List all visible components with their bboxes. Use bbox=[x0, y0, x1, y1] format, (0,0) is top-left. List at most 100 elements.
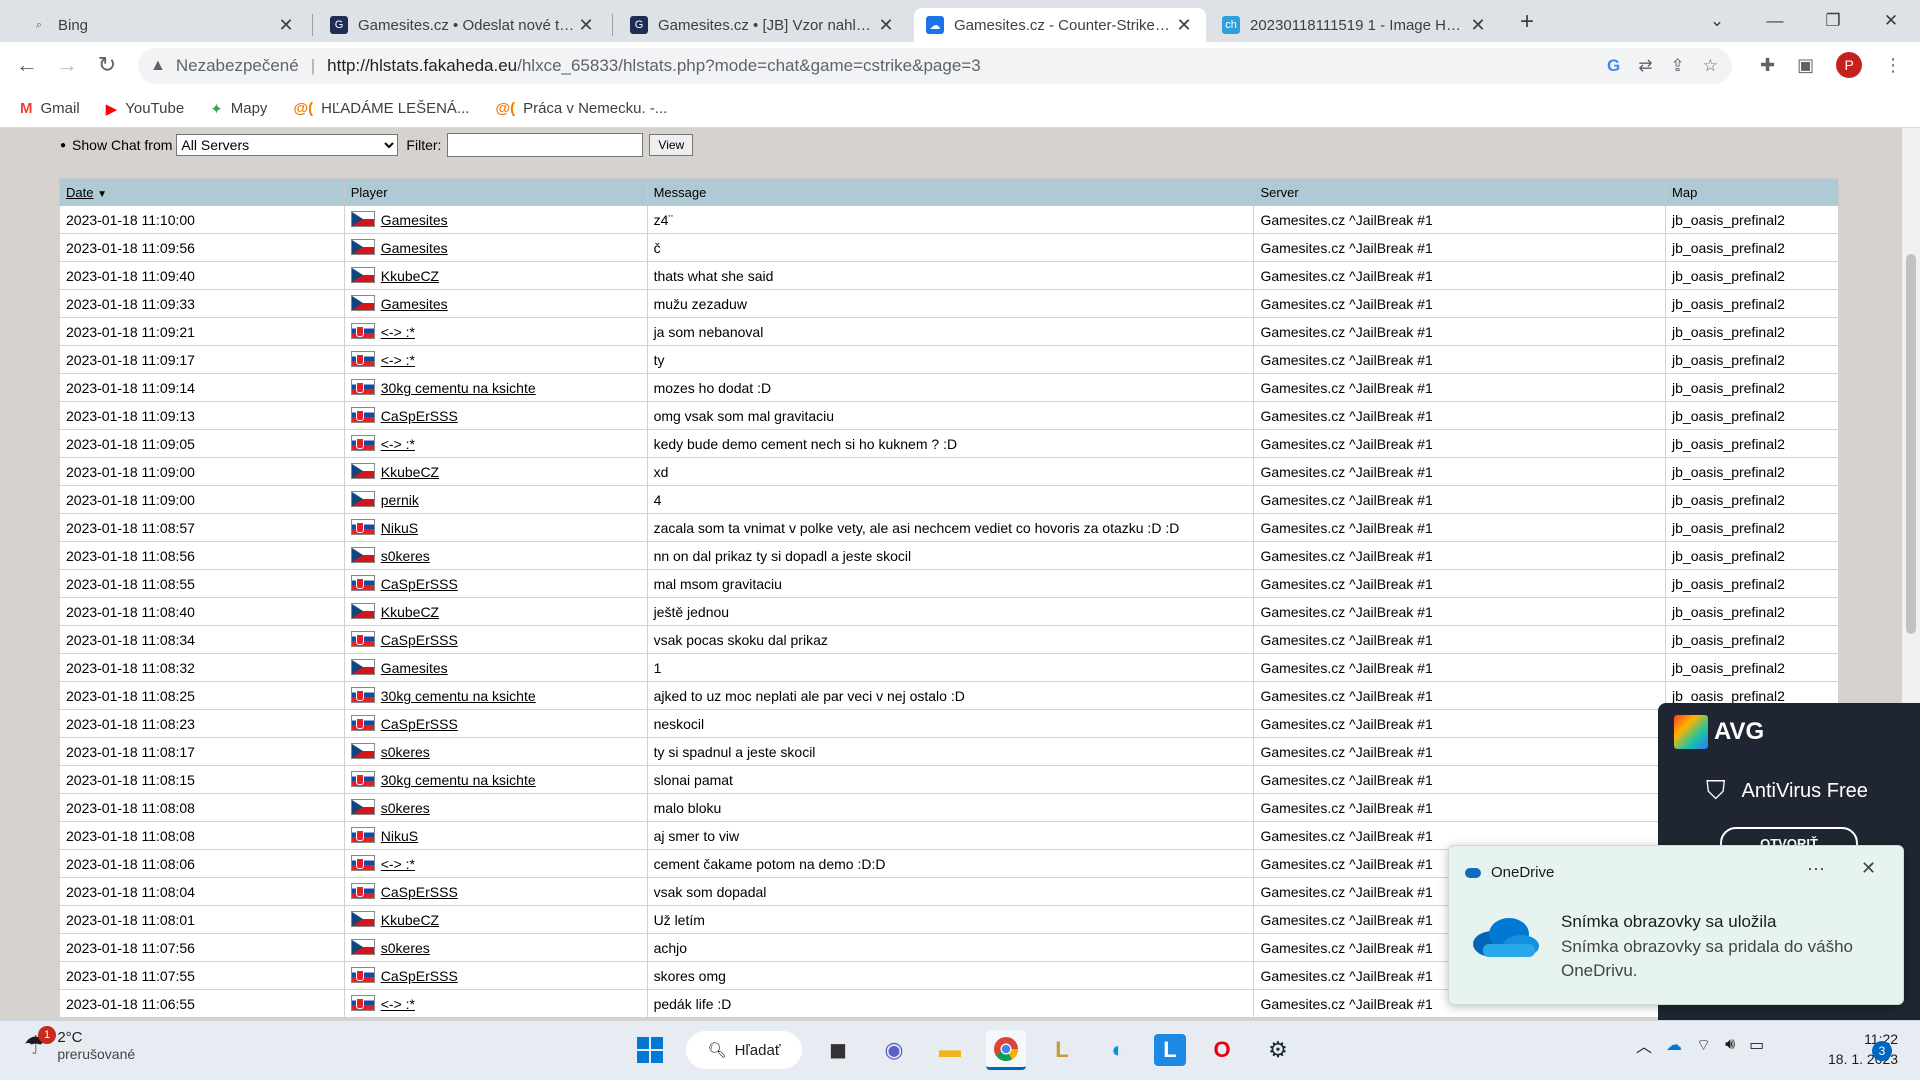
player-link[interactable]: <-> :* bbox=[381, 436, 415, 452]
view-button[interactable]: View bbox=[649, 134, 694, 156]
menu-icon[interactable]: ⋮ bbox=[1884, 55, 1902, 76]
player-link[interactable]: KkubeCZ bbox=[381, 604, 439, 620]
volume-icon[interactable]: 🔊︎ bbox=[1725, 1036, 1735, 1054]
browser-tab[interactable]: ⌕ Bing ✕ bbox=[18, 8, 308, 42]
tab-close-icon[interactable]: ✕ bbox=[576, 15, 596, 36]
bookmark-item[interactable]: @(Práca v Nemecku. -... bbox=[495, 100, 667, 117]
cell-player: <-> :* bbox=[343, 317, 648, 346]
chat-filter-form: ● Show Chat from All Servers Filter: Vie… bbox=[60, 133, 694, 157]
player-link[interactable]: KkubeCZ bbox=[381, 268, 439, 284]
chrome-icon[interactable] bbox=[986, 1030, 1026, 1070]
cell-player: Gamesites bbox=[343, 205, 648, 234]
tab-close-icon[interactable]: ✕ bbox=[276, 15, 296, 36]
player-link[interactable]: CaSpErSSS bbox=[381, 408, 458, 424]
filter-input[interactable] bbox=[447, 133, 644, 157]
chat-icon[interactable]: ◉ bbox=[874, 1030, 914, 1070]
edge-icon[interactable]: ◐ bbox=[1098, 1030, 1138, 1070]
player-link[interactable]: 30kg cementu na ksichte bbox=[381, 688, 536, 704]
warning-icon[interactable]: ▲ bbox=[150, 57, 166, 75]
tab-close-icon[interactable]: ✕ bbox=[1174, 15, 1194, 36]
l-app-icon[interactable]: L bbox=[1154, 1034, 1186, 1066]
player-link[interactable]: CaSpErSSS bbox=[381, 576, 458, 592]
date-sort-link[interactable]: Date bbox=[66, 185, 93, 200]
battery-icon[interactable]: ▭ bbox=[1749, 1035, 1764, 1055]
player-link[interactable]: Gamesites bbox=[381, 240, 448, 256]
cloud-icon: ☁ bbox=[926, 16, 944, 34]
taskbar-search[interactable]: 🔍︎ Hľadať bbox=[686, 1031, 802, 1069]
onedrive-notification[interactable]: OneDrive ··· ✕ Snímka obrazovky sa uloži… bbox=[1448, 845, 1904, 1005]
bookmark-item[interactable]: ✦ Mapy bbox=[210, 100, 267, 118]
bookmark-item[interactable]: M Gmail bbox=[20, 100, 80, 117]
close-icon[interactable]: ✕ bbox=[1861, 858, 1876, 879]
bookmark-item[interactable]: ▶ YouTube bbox=[106, 100, 185, 118]
tab-close-icon[interactable]: ✕ bbox=[876, 15, 896, 36]
file-explorer-icon[interactable]: ▬ bbox=[930, 1030, 970, 1070]
tab-search-icon[interactable]: ⌄ bbox=[1688, 6, 1746, 36]
scrollbar-thumb[interactable] bbox=[1906, 254, 1916, 634]
cell-map: jb_oasis_prefinal2 bbox=[1665, 457, 1839, 486]
server-select[interactable]: All Servers bbox=[176, 134, 399, 156]
table-row: 2023-01-18 11:09:40 KkubeCZ thats what she… bbox=[59, 261, 1839, 290]
close-window-button[interactable]: ✕ bbox=[1862, 6, 1920, 36]
translate-icon[interactable]: ⇄ bbox=[1638, 56, 1652, 76]
wifi-icon[interactable]: ⌔ bbox=[1696, 1035, 1711, 1055]
player-link[interactable]: NikuS bbox=[381, 520, 418, 536]
player-link[interactable]: s0keres bbox=[381, 800, 430, 816]
weather-widget[interactable]: ☂ 1 2°C prerušované bbox=[24, 1026, 135, 1062]
player-link[interactable]: CaSpErSSS bbox=[381, 632, 458, 648]
side-panel-icon[interactable]: ▣ bbox=[1797, 55, 1814, 76]
new-tab-button[interactable]: + bbox=[1520, 8, 1534, 36]
czech-flag-icon bbox=[350, 603, 375, 619]
player-link[interactable]: <-> :* bbox=[381, 856, 415, 872]
player-link[interactable]: <-> :* bbox=[381, 352, 415, 368]
notification-badge[interactable]: 3 bbox=[1872, 1041, 1892, 1061]
column-header-date[interactable]: Date ▼ bbox=[59, 178, 345, 206]
player-link[interactable]: Gamesites bbox=[381, 212, 448, 228]
player-link[interactable]: <-> :* bbox=[381, 996, 415, 1012]
cell-player: KkubeCZ bbox=[343, 457, 648, 486]
minimize-button[interactable]: — bbox=[1746, 6, 1804, 36]
player-link[interactable]: s0keres bbox=[381, 940, 430, 956]
player-link[interactable]: KkubeCZ bbox=[381, 464, 439, 480]
forward-button[interactable]: → bbox=[52, 52, 82, 78]
extensions-icon[interactable]: ✚ bbox=[1760, 55, 1775, 76]
back-button[interactable]: ← bbox=[12, 52, 42, 78]
player-link[interactable]: CaSpErSSS bbox=[381, 968, 458, 984]
browser-tab[interactable]: G Gamesites.cz • [JB] Vzor nahláser ✕ bbox=[618, 8, 908, 42]
player-link[interactable]: NikuS bbox=[381, 828, 418, 844]
browser-tab[interactable]: G Gamesites.cz • Odeslat nové tém ✕ bbox=[318, 8, 608, 42]
league-icon[interactable]: L bbox=[1042, 1030, 1082, 1070]
player-link[interactable]: CaSpErSSS bbox=[381, 884, 458, 900]
slovak-flag-icon bbox=[350, 715, 375, 731]
profile-avatar[interactable]: P bbox=[1836, 52, 1863, 78]
maximize-button[interactable]: ❐ bbox=[1804, 6, 1862, 36]
chevron-up-icon[interactable]: ︿ bbox=[1636, 1033, 1652, 1057]
player-link[interactable]: 30kg cementu na ksichte bbox=[381, 380, 536, 396]
player-link[interactable]: CaSpErSSS bbox=[381, 716, 458, 732]
player-link[interactable]: Gamesites bbox=[381, 296, 448, 312]
opera-icon[interactable]: O bbox=[1202, 1030, 1242, 1070]
browser-tab[interactable]: ch 20230118111519 1 - Image Hosti ✕ bbox=[1210, 8, 1500, 42]
bookmark-star-icon[interactable]: ☆ bbox=[1703, 56, 1718, 76]
task-view-icon[interactable]: ◼ bbox=[818, 1030, 858, 1070]
cell-message: ty si spadnul a jeste skocil bbox=[646, 737, 1255, 766]
tab-close-icon[interactable]: ✕ bbox=[1468, 15, 1488, 36]
player-link[interactable]: KkubeCZ bbox=[381, 912, 439, 928]
player-link[interactable]: <-> :* bbox=[381, 324, 415, 340]
share-icon[interactable]: ⇪ bbox=[1671, 56, 1685, 76]
reload-button[interactable]: ↻ bbox=[92, 52, 122, 78]
bookmark-label: HĽADÁME LEŠENÁ... bbox=[321, 100, 470, 117]
player-link[interactable]: s0keres bbox=[381, 548, 430, 564]
onedrive-tray-icon[interactable]: ☁ bbox=[1666, 1035, 1682, 1055]
start-button[interactable] bbox=[630, 1030, 670, 1070]
more-options-icon[interactable]: ··· bbox=[1807, 858, 1825, 879]
player-link[interactable]: s0keres bbox=[381, 744, 430, 760]
address-bar[interactable]: ▲ Nezabezpečené | http://hlstats.fakahed… bbox=[138, 48, 1732, 84]
google-icon[interactable]: G bbox=[1607, 56, 1620, 76]
player-link[interactable]: pernik bbox=[381, 492, 419, 508]
player-link[interactable]: 30kg cementu na ksichte bbox=[381, 772, 536, 788]
steam-icon[interactable]: ⚙ bbox=[1258, 1030, 1298, 1070]
player-link[interactable]: Gamesites bbox=[381, 660, 448, 676]
bookmark-item[interactable]: @(HĽADÁME LEŠENÁ... bbox=[293, 100, 469, 117]
browser-tab[interactable]: ☁ Gamesites.cz - Counter-Strike - S ✕ bbox=[914, 8, 1206, 42]
